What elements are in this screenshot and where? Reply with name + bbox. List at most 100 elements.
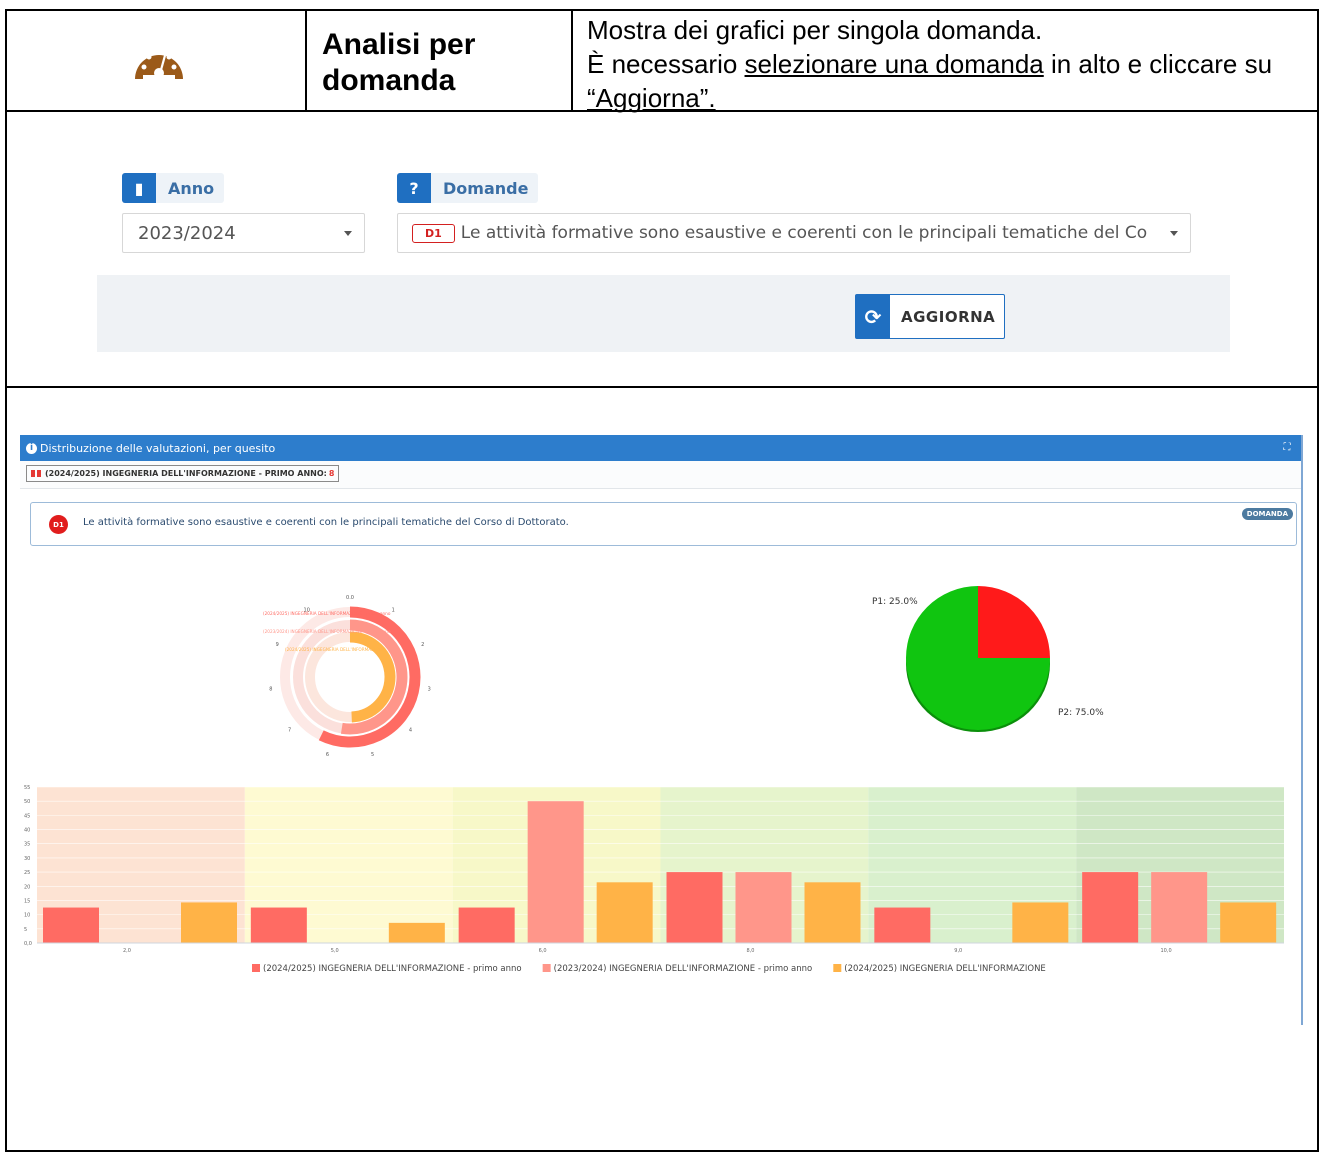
distribution-panel: i Distribuzione delle valutazioni, per q… [20,435,1303,1025]
y-tick-label: 10 [24,913,30,919]
question-circle-icon: ? [397,173,431,203]
x-tick-label: 6,0 [539,948,547,954]
refresh-button[interactable]: ⟳ AGGIORNA [855,294,1005,339]
radial-series-label: (2024/2025) INGEGNERIA DELL'INFORMAZIONE… [263,611,391,616]
legend-label: (2024/2025) INGEGNERIA DELL'INFORMAZIONE… [263,964,522,974]
x-tick-label: 9,0 [954,948,962,954]
bar [1151,872,1208,943]
y-tick-label: 20 [24,884,30,890]
description-line1: Mostra dei grafici per singola domanda. [587,15,1043,45]
description-quote: “Aggiorna”. [587,83,716,113]
x-tick-label: 2,0 [123,948,131,954]
pie-label: P2: 75.0% [1058,708,1104,718]
bar [1082,872,1139,943]
action-bar: ⟳ AGGIORNA [97,275,1230,352]
series-swatch [31,470,35,477]
series-swatch [37,470,41,477]
y-tick-label: 25 [24,870,30,876]
chevron-down-icon [344,231,352,236]
y-tick-label: 40 [24,828,30,834]
description-mid: in alto e cliccare su [1043,49,1273,79]
radial-series-label: (2023/2024) INGEGNERIA DELL'INFORMAZIONE… [263,629,391,634]
y-tick-label: 30 [24,856,30,862]
y-tick-label: 0,0 [24,941,32,947]
bar [527,801,584,943]
anno-label-text: Anno [168,178,215,198]
question-box: D1 Le attività formative sono esaustive … [30,502,1297,546]
bar [804,882,861,943]
legend-swatch [833,964,842,972]
question-text: Le attività formative sono esaustive e c… [83,517,569,528]
y-tick-label: 35 [24,842,30,848]
bar [874,907,931,943]
legend-swatch [252,964,260,972]
radial-tick-label: 6 [326,752,329,758]
radial-tick-label: 8 [269,686,272,692]
refresh-icon: ⟳ [856,295,890,338]
anno-select-value: 2023/2024 [138,222,236,244]
header-row: Analisi per domanda Mostra dei grafici p… [7,11,1317,113]
radial-tick-label: 1 [392,608,395,614]
legend-label: (2024/2025) INGEGNERIA DELL'INFORMAZIONE [844,964,1046,974]
radial-tick-label: 7 [288,727,291,733]
instruction-table: Analisi per domanda Mostra dei grafici p… [5,9,1319,1152]
question-badge-dot: D1 [49,515,68,534]
radial-series-label: (2024/2025) INGEGNERIA DELL'INFORMAZIONE [285,647,385,652]
panel-header: i Distribuzione delle valutazioni, per q… [20,435,1301,461]
question-tag: DOMANDA [1241,508,1293,520]
bar [1012,902,1069,943]
radial-tick-label: 4 [409,727,412,733]
legend-swatch [542,964,551,972]
radial-tick-label: 5 [371,752,374,758]
chevron-down-icon [1170,231,1178,236]
bar [250,907,307,943]
radial-bar-chart: 0.012345678910(2024/2025) INGEGNERIA DEL… [263,595,431,758]
radial-tick-label: 9 [276,642,279,648]
expand-icon[interactable]: ⛶ [1281,442,1293,454]
description-pre: È necessario [587,49,745,79]
bar [596,882,653,943]
description-text: Mostra dei grafici per singola domanda. … [587,13,1322,115]
pie-chart: P1: 25.0% P2: 75.0% [872,586,1104,732]
y-tick-label: 5 [24,927,27,933]
bar [388,922,445,943]
radial-tick-label: 2 [421,642,424,648]
anno-select[interactable]: 2023/2024 [122,213,365,253]
domande-label-text: Domande [443,178,529,198]
x-tick-label: 5,0 [331,948,339,954]
bar [458,907,515,943]
page-title: Analisi per domanda [322,28,476,97]
description-cell: Mostra dei grafici per singola domanda. … [573,11,1317,113]
filter-tag-count: 8 [328,469,335,478]
bar [43,907,99,943]
y-tick-label: 15 [24,898,30,904]
radial-tick-label: 0.0 [346,595,354,601]
chart-screenshot-row: i Distribuzione delle valutazioni, per q… [7,388,1317,1150]
legend-label: (2023/2024) INGEGNERIA DELL'INFORMAZIONE… [554,964,813,974]
y-tick-label: 45 [24,813,30,819]
question-badge: D1 [412,223,455,243]
radial-tick-label: 3 [428,686,431,692]
filter-tag-label: (2024/2025) INGEGNERIA DELL'INFORMAZIONE… [45,469,327,478]
calendar-icon: ▮ [122,173,156,203]
panel-filter-bar: (2024/2025) INGEGNERIA DELL'INFORMAZIONE… [20,461,1301,489]
dashboard-gauge-icon [135,54,183,79]
domande-select[interactable]: D1 Le attività formative sono esaustive … [397,213,1191,253]
y-tick-label: 55 [24,785,30,791]
description-link: selezionare una domanda [744,49,1044,79]
bar [666,872,723,943]
domande-select-value: Le attività formative sono esaustive e c… [460,223,1148,243]
x-tick-label: 8,0 [746,948,754,954]
pie-slice [978,586,1050,658]
filter-tag[interactable]: (2024/2025) INGEGNERIA DELL'INFORMAZIONE… [26,465,340,482]
domande-label: ? Domande [397,173,539,203]
bar [181,902,237,943]
refresh-button-label: AGGIORNA [901,307,996,326]
bar-chart: 0,0 5 10 15 20 25 30 35 40 45 50 55 2,0 5,0 6,0 8,0 9,0 1… [24,785,1284,974]
y-tick-label: 50 [24,799,30,805]
filter-screenshot-row: ▮ Anno 2023/2024 ? Domande D1 Le attivit… [7,112,1317,388]
icon-cell [7,11,307,110]
anno-label: ▮ Anno [122,173,225,203]
x-tick-label: 10,0 [1161,948,1172,954]
title-cell: Analisi per domanda [307,11,573,110]
